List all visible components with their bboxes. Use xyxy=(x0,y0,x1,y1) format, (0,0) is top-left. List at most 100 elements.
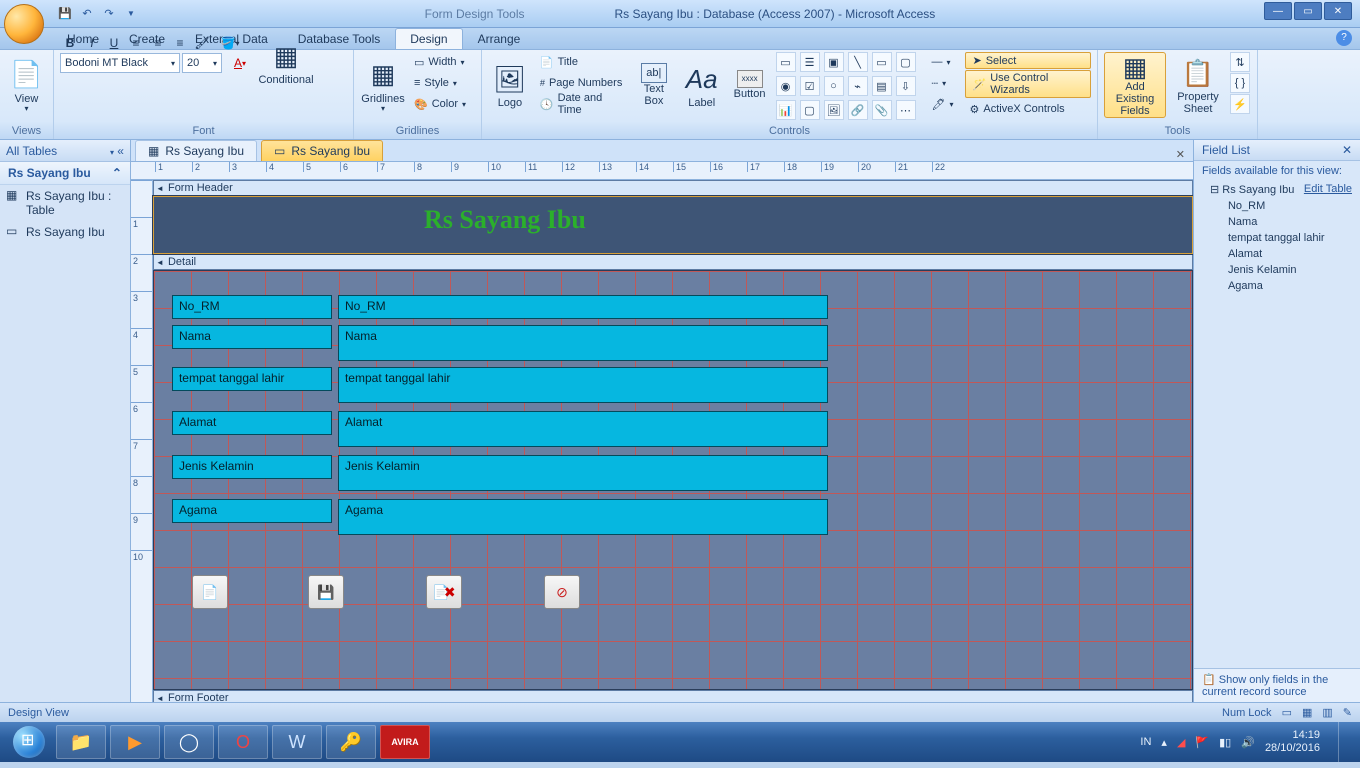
field-item[interactable]: Alamat xyxy=(1194,246,1360,262)
line-icon[interactable]: ╲ xyxy=(848,52,868,72)
bold-button[interactable]: B xyxy=(60,33,80,53)
line-type-button[interactable]: ┄ ▾ xyxy=(928,73,958,93)
option-button-icon[interactable]: ○ xyxy=(824,76,844,96)
nav-item-table[interactable]: ▦Rs Sayang Ibu : Table xyxy=(0,185,130,221)
list-box-icon[interactable]: ☰ xyxy=(800,52,820,72)
width-button[interactable]: ▭ Width ▾ xyxy=(410,52,470,72)
textbox-jk[interactable]: Jenis Kelamin xyxy=(338,455,828,491)
cmd-button-3[interactable]: 📄✖ xyxy=(426,575,462,609)
page-numbers-button[interactable]: # Page Numbers xyxy=(536,73,628,93)
volume-icon[interactable]: 🔊 xyxy=(1241,736,1255,749)
horizontal-ruler[interactable]: 12345678910111213141516171819202122 xyxy=(131,162,1193,180)
font-color-button[interactable]: A▾ xyxy=(230,53,250,73)
undo-icon[interactable]: ↶ xyxy=(78,5,96,23)
date-time-button[interactable]: 🕓 Date and Time xyxy=(536,94,628,114)
field-list-header[interactable]: Field List✕ xyxy=(1194,140,1360,161)
form-title-label[interactable]: Rs Sayang Ibu xyxy=(424,205,586,235)
nav-group-header[interactable]: Rs Sayang Ibu⌃ xyxy=(0,162,130,185)
unbound-frame-icon[interactable]: ▢ xyxy=(800,100,820,120)
fill-color-button[interactable]: 🪣▾ xyxy=(220,33,240,53)
logo-button[interactable]: 🖼Logo xyxy=(488,52,532,118)
start-button[interactable] xyxy=(6,724,52,760)
textbox-no-rm[interactable]: No_RM xyxy=(338,295,828,319)
subform-icon[interactable]: ▣ xyxy=(824,52,844,72)
edit-table-link[interactable]: Edit Table xyxy=(1304,183,1352,196)
label-alamat[interactable]: Alamat xyxy=(172,411,332,435)
image-icon[interactable]: 🖼 xyxy=(824,100,844,120)
align-center-button[interactable]: ≡ xyxy=(148,33,168,53)
save-icon[interactable]: 💾 xyxy=(56,5,74,23)
color-button[interactable]: 🎨 Color ▾ xyxy=(410,94,470,114)
line-thickness-button[interactable]: — ▾ xyxy=(928,52,958,72)
page-break-icon[interactable]: ⇩ xyxy=(896,76,916,96)
textbox-nama[interactable]: Nama xyxy=(338,325,828,361)
conditional-button[interactable]: ▦ Conditional xyxy=(252,31,320,93)
cmd-button-2[interactable]: 💾 xyxy=(308,575,344,609)
code-icon[interactable]: { } xyxy=(1230,73,1250,93)
avira-tray-icon[interactable]: ◢ xyxy=(1177,736,1185,749)
align-left-button[interactable]: ≡ xyxy=(126,33,146,53)
nav-item-form[interactable]: ▭Rs Sayang Ibu xyxy=(0,221,130,243)
field-list-table[interactable]: ⊟ Rs Sayang Ibu Edit Table xyxy=(1194,181,1360,198)
detail-body[interactable]: No_RM No_RM Nama Nama tempat tanggal lah… xyxy=(153,270,1193,690)
doc-tab-close-button[interactable]: ✕ xyxy=(1168,148,1193,161)
label-nama[interactable]: Nama xyxy=(172,325,332,349)
textbox-agama[interactable]: Agama xyxy=(338,499,828,535)
tab-control-icon[interactable]: ▤ xyxy=(872,76,892,96)
task-chrome[interactable]: ◯ xyxy=(164,725,214,759)
tab-design[interactable]: Design xyxy=(395,28,462,49)
field-item[interactable]: tempat tanggal lahir xyxy=(1194,230,1360,246)
doc-tab-1[interactable]: ▦Rs Sayang Ibu xyxy=(135,140,257,161)
field-item[interactable]: Nama xyxy=(1194,214,1360,230)
minimize-button[interactable]: — xyxy=(1264,2,1292,20)
form-footer-section-bar[interactable]: Form Footer xyxy=(153,690,1193,702)
field-item[interactable]: No_RM xyxy=(1194,198,1360,214)
help-button[interactable]: ? xyxy=(1336,30,1352,46)
clock[interactable]: 14:19 28/10/2016 xyxy=(1265,729,1320,755)
textbox-button[interactable]: ab|Text Box xyxy=(632,52,676,118)
tab-order-icon[interactable]: ⇅ xyxy=(1230,52,1250,72)
activex-button[interactable]: ⚙ ActiveX Controls xyxy=(965,99,1090,119)
checkbox-icon[interactable]: ☑ xyxy=(800,76,820,96)
design-canvas[interactable]: Form Header Rs Sayang Ibu Detail No_RM N… xyxy=(153,180,1193,702)
more-controls-icon[interactable]: ⋯ xyxy=(896,100,916,120)
task-word[interactable]: W xyxy=(272,725,322,759)
label-no-rm[interactable]: No_RM xyxy=(172,295,332,319)
cmd-button-4[interactable]: ⊘ xyxy=(544,575,580,609)
doc-tab-2[interactable]: ▭Rs Sayang Ibu xyxy=(261,140,383,161)
select-button[interactable]: ➤ Select xyxy=(965,52,1090,69)
close-button[interactable]: ✕ xyxy=(1324,2,1352,20)
label-ttl[interactable]: tempat tanggal lahir xyxy=(172,367,332,391)
font-name-combo[interactable]: Bodoni MT Black▾ xyxy=(60,53,180,73)
label-jk[interactable]: Jenis Kelamin xyxy=(172,455,332,479)
label-agama[interactable]: Agama xyxy=(172,499,332,523)
tab-arrange[interactable]: Arrange xyxy=(463,28,536,49)
action-center-icon[interactable]: 🚩 xyxy=(1195,736,1209,749)
task-wmp[interactable]: ▶ xyxy=(110,725,160,759)
title-button[interactable]: 📄 Title xyxy=(536,52,628,72)
style-button[interactable]: ≡ Style ▾ xyxy=(410,73,470,93)
view-shortcut-datasheet[interactable]: ▦ xyxy=(1302,706,1312,719)
add-existing-fields-button[interactable]: ▦Add Existing Fields xyxy=(1104,52,1166,118)
show-desktop-button[interactable] xyxy=(1338,722,1348,762)
font-size-combo[interactable]: 20▾ xyxy=(182,53,222,73)
combo-box-icon[interactable]: ▭ xyxy=(776,52,796,72)
convert-macros-icon[interactable]: ⚡ xyxy=(1230,94,1250,114)
show-all-fields-toggle[interactable]: 📋 Show only fields in the current record… xyxy=(1194,668,1360,702)
qat-customize-icon[interactable]: ▼ xyxy=(122,5,140,23)
field-item[interactable]: Agama xyxy=(1194,278,1360,294)
network-icon[interactable]: ▮▯ xyxy=(1219,736,1231,749)
vertical-ruler[interactable]: 12345678910 xyxy=(131,180,153,702)
task-access[interactable]: 🔑 xyxy=(326,725,376,759)
form-header-section-bar[interactable]: Form Header xyxy=(153,180,1193,196)
view-shortcut-layout[interactable]: ▥ xyxy=(1322,706,1332,719)
attachment-icon[interactable]: 📎 xyxy=(872,100,892,120)
form-header-body[interactable]: Rs Sayang Ibu xyxy=(153,196,1193,254)
gridlines-button[interactable]: ▦ Gridlines▾ xyxy=(360,52,406,118)
line-color-button[interactable]: 🖊 ▾ xyxy=(928,94,958,114)
cmd-button-1[interactable]: 📄 xyxy=(192,575,228,609)
option-group-icon[interactable]: ◉ xyxy=(776,76,796,96)
field-item[interactable]: Jenis Kelamin xyxy=(1194,262,1360,278)
hyperlink-icon[interactable]: 🔗 xyxy=(848,100,868,120)
task-avira[interactable]: AVIRA xyxy=(380,725,430,759)
